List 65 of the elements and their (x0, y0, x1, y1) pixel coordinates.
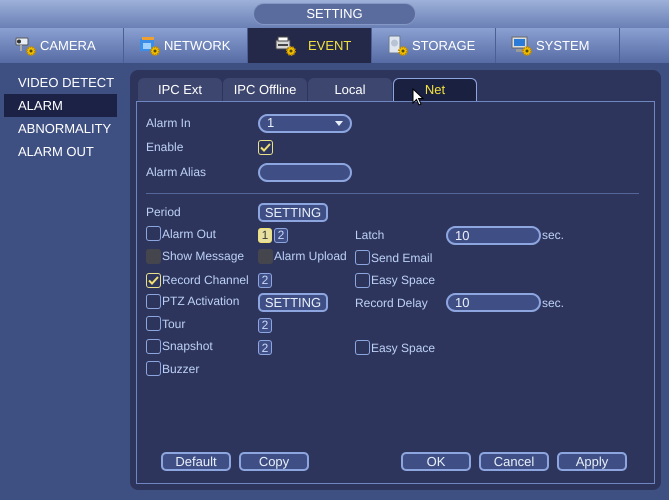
checkbox[interactable] (146, 338, 161, 354)
checkbox[interactable] (355, 272, 370, 288)
system-gear-icon (510, 34, 534, 56)
option-label: PTZ Activation (162, 293, 240, 310)
checkbox[interactable] (146, 294, 161, 308)
dropdown[interactable]: 1 (258, 114, 352, 132)
channel-toggle[interactable]: 1 (258, 228, 272, 243)
sidebar-item[interactable]: ALARM OUT (4, 140, 117, 163)
option-label: Tour (162, 316, 186, 332)
caret-icon (335, 120, 343, 126)
field-label: Latch (355, 227, 386, 244)
unit-label: sec. (542, 294, 564, 312)
field-label: Alarm Alias (146, 164, 208, 181)
option-label: Easy Space (371, 340, 436, 357)
checkbox[interactable] (355, 250, 370, 266)
input-field[interactable]: 10 (446, 293, 541, 312)
network-gear-icon (138, 34, 162, 56)
field-label: Enable (146, 139, 184, 156)
window-title: SETTING (253, 3, 416, 25)
camera-gear-icon (14, 34, 38, 56)
field-label: Period (146, 204, 182, 221)
sub-tab[interactable]: Net (393, 78, 477, 101)
button[interactable]: OK (401, 452, 471, 471)
option-label: Easy Space (371, 272, 436, 290)
field-label: Record Delay (355, 294, 429, 312)
option-label: Record Channel (162, 272, 249, 289)
button[interactable]: Cancel (479, 452, 549, 471)
main-tab[interactable]: EVENT (248, 28, 372, 63)
option-label: Show Message (162, 248, 244, 265)
input-field[interactable]: 10 (446, 226, 541, 245)
checkbox[interactable] (146, 316, 161, 331)
checkmark-icon (260, 142, 271, 152)
button[interactable]: SETTING (258, 293, 328, 312)
button[interactable]: SETTING (258, 202, 328, 222)
unit-label: sec. (542, 227, 564, 244)
checkbox[interactable] (355, 340, 370, 356)
option-label: Send Email (371, 250, 432, 267)
button[interactable]: Copy (239, 452, 309, 471)
option-label: Alarm Upload (274, 248, 347, 265)
sidebar-item[interactable]: VIDEO DETECT (4, 71, 117, 94)
field-label: Alarm In (146, 115, 192, 132)
button[interactable]: Default (161, 452, 231, 471)
button[interactable]: Apply (557, 452, 627, 471)
channel-toggle[interactable]: 2 (274, 228, 288, 243)
pointer-icon (412, 88, 424, 106)
main-tab[interactable]: SYSTEM (496, 28, 620, 63)
sub-tab[interactable]: Local (308, 78, 392, 101)
sub-tab[interactable]: IPC Offline (223, 78, 307, 101)
sidebar-item[interactable]: ALARM (4, 94, 117, 117)
channel-toggle[interactable]: 2 (258, 340, 272, 356)
option-label: Snapshot (162, 338, 213, 355)
checkbox[interactable] (146, 226, 161, 241)
storage-gear-icon (386, 34, 410, 56)
main-tab[interactable]: STORAGE (372, 28, 496, 63)
option-label: Buzzer (162, 360, 200, 378)
input-field[interactable] (258, 162, 352, 182)
checkbox[interactable] (146, 361, 161, 376)
sidebar-item[interactable]: ABNORMALITY (4, 117, 117, 140)
sub-tab[interactable]: IPC Ext (138, 78, 222, 101)
option-label: Alarm Out (162, 226, 216, 242)
channel-toggle[interactable]: 2 (258, 272, 272, 288)
main-tab[interactable]: CAMERA (0, 28, 124, 63)
channel-toggle[interactable]: 2 (258, 318, 272, 333)
event-gear-icon (274, 34, 298, 56)
checkmark-icon (148, 276, 159, 284)
